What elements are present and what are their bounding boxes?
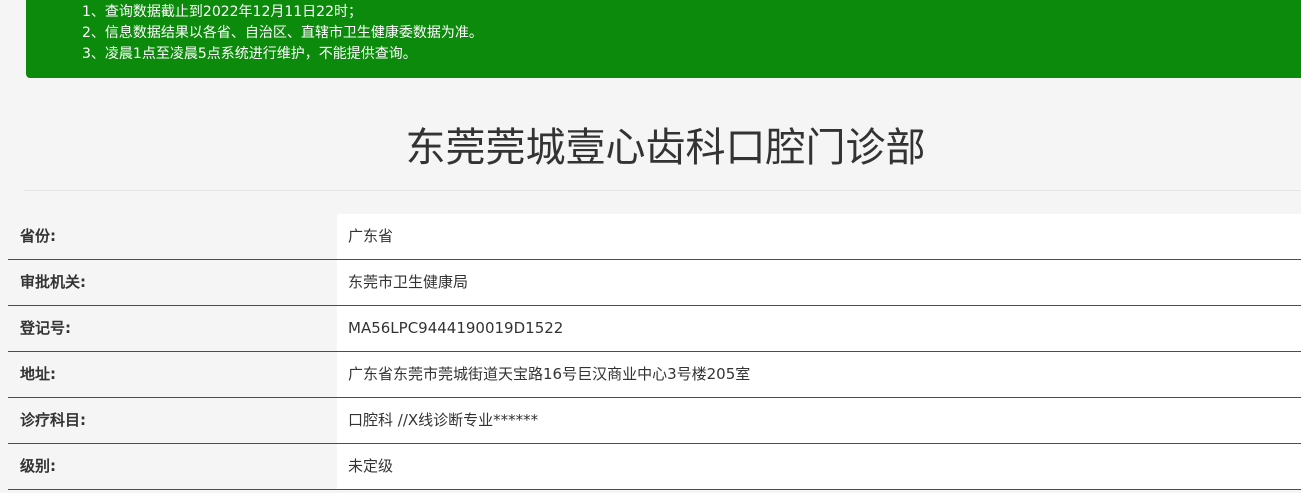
info-value: 广东省 [337,214,1301,259]
info-row-province: 省份: 广东省 [8,214,1301,260]
info-row-departments: 诊疗科目: 口腔科 //X线诊断专业****** [8,398,1301,444]
info-label: 省份: [8,214,337,259]
info-label: 登记号: [8,306,337,351]
info-row-registration-number: 登记号: MA56LPC9444190019D1522 [8,306,1301,352]
info-row-address: 地址: 广东省东莞市莞城街道天宝路16号巨汉商业中心3号楼205室 [8,352,1301,398]
info-row-level: 级别: 未定级 [8,444,1301,490]
info-label: 诊疗科目: [8,398,337,443]
notice-banner: 1、查询数据截止到2022年12月11日22时； 2、信息数据结果以各省、自治区… [26,0,1301,78]
info-value: 东莞市卫生健康局 [337,260,1301,305]
info-value: 未定级 [337,444,1301,489]
notice-line: 2、信息数据结果以各省、自治区、直辖市卫生健康委数据为准。 [82,25,483,41]
title-divider [24,190,1301,191]
info-label: 级别: [8,444,337,489]
info-value: 广东省东莞市莞城街道天宝路16号巨汉商业中心3号楼205室 [337,352,1301,397]
info-row-approval-authority: 审批机关: 东莞市卫生健康局 [8,260,1301,306]
info-label: 地址: [8,352,337,397]
info-label: 审批机关: [8,260,337,305]
page-title: 东莞莞城壹心齿科口腔门诊部 [405,125,926,171]
info-value: 口腔科 //X线诊断专业****** [337,398,1301,443]
info-table: 省份: 广东省 审批机关: 东莞市卫生健康局 登记号: MA56LPC94441… [8,214,1301,490]
notice-line: 1、查询数据截止到2022年12月11日22时； [82,4,362,20]
notice-line: 3、凌晨1点至凌晨5点系统进行维护，不能提供查询。 [82,46,417,62]
info-value: MA56LPC9444190019D1522 [337,306,1301,351]
